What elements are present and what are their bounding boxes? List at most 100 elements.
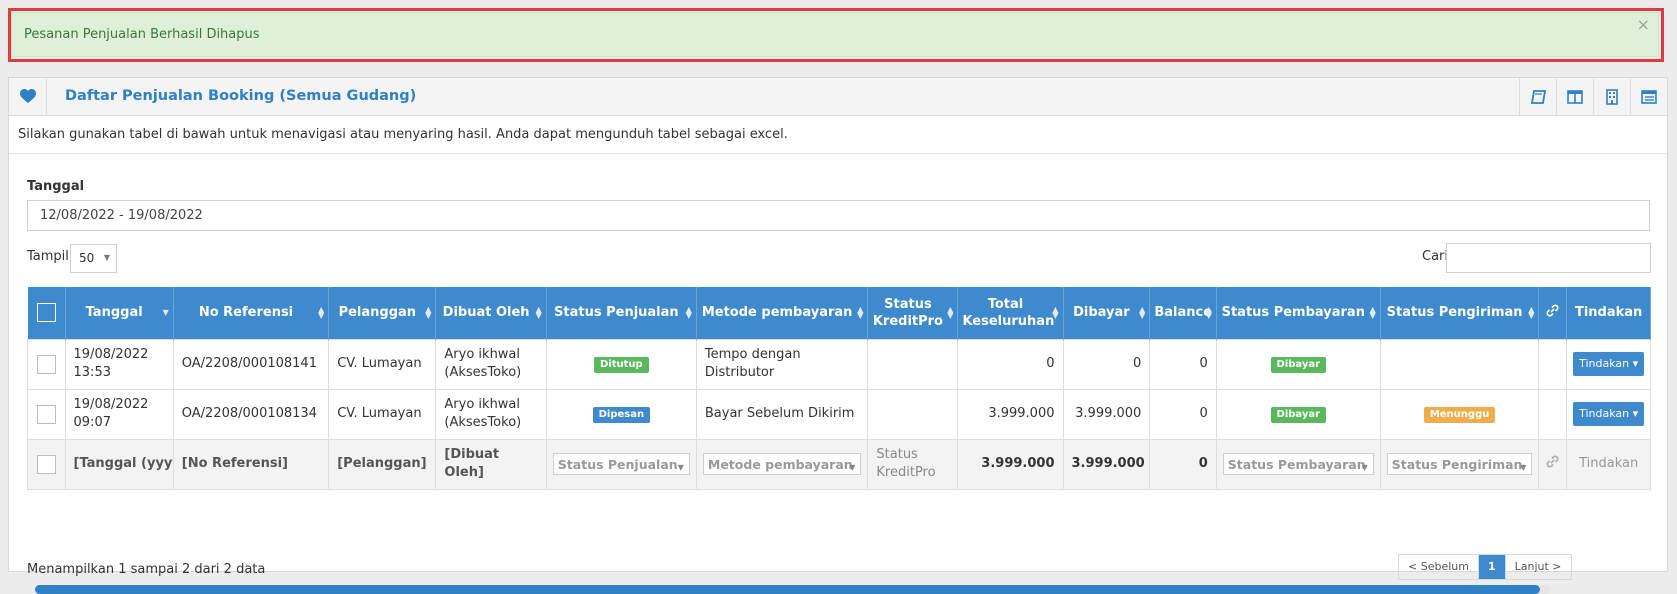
sort-icon: ▲ ▼ [425,304,432,320]
sales-panel: Daftar Penjualan Booking (Semua Gudang) … [8,77,1668,594]
date-filter-label: Tanggal [27,179,85,194]
col-pelanggan[interactable]: Pelanggan ▲ ▼ [328,287,437,339]
table-row: 19/08/2022 09:07 OA/2208/000108134 CV. L… [27,388,1651,440]
page-title: Daftar Penjualan Booking (Semua Gudang) [65,88,417,104]
sort-icon: ▲ ▼ [1369,304,1376,320]
status-badge: Ditutup [594,357,649,373]
sales-table: Tanggal ▼ No Referensi ▲ ▼ Pelanggan ▲ ▼ Dibu… [27,287,1651,490]
caret-down-icon: ▼ [103,253,110,262]
cell-link [1538,388,1568,440]
footer-dibayar: 3.999.000 [1062,438,1151,490]
cell-status-pembayaran: Dibayar [1215,388,1381,440]
filter-pelanggan[interactable]: [Pelanggan] [328,438,437,490]
filter-kreditpro[interactable]: Status KreditPro [867,438,959,490]
sort-icon: ▲ ▼ [535,304,542,320]
select-all-header[interactable] [27,287,66,339]
cell-tanggal: 19/08/2022 13:53 [64,338,174,390]
cell-dibuat: Aryo ikhwal (AksesToko) [435,338,547,390]
col-dibuat-oleh[interactable]: Dibuat Oleh ▲ ▼ [435,287,547,339]
building-icon[interactable] [1593,78,1630,115]
filter-status-pembayaran-cell: Status Pembayaran ▼ [1215,438,1381,490]
horizontal-scrollbar[interactable] [35,585,1551,594]
filter-ref[interactable]: [No Referensi] [172,438,330,490]
sort-icon: ▲ ▼ [1139,304,1146,320]
search-label: Cari [1422,249,1448,264]
sort-icon: ▲ ▼ [1528,304,1535,320]
table-header-row: Tanggal ▼ No Referensi ▲ ▼ Pelanggan ▲ ▼ Dibu… [27,287,1651,339]
list-icon[interactable] [1630,78,1667,115]
page-length-value: 50 [79,251,95,265]
filter-status-pembayaran[interactable]: Status Pembayaran ▼ [1222,453,1374,475]
table-row: 19/08/2022 13:53 OA/2208/000108141 CV. L… [27,338,1651,390]
cell-status-pengiriman [1379,338,1540,390]
col-link [1538,287,1568,339]
cell-action: Tindakan ▾ [1566,388,1651,440]
cell-dibuat: Aryo ikhwal (AksesToko) [435,388,547,440]
filter-checkbox[interactable] [36,454,56,474]
sort-desc-icon: ▼ [162,307,169,317]
payment-badge: Dibayar [1270,407,1327,423]
cell-total: 0 [957,338,1064,390]
action-dropdown-button[interactable]: Tindakan ▾ [1573,352,1645,376]
col-total-keseluruhan[interactable]: Total Keseluruhan ▲ ▼ [957,287,1064,339]
sort-icon: ▲ ▼ [857,304,864,320]
col-tindakan: Tindakan [1566,287,1651,339]
sort-icon: ▲ ▼ [318,304,325,320]
cell-balance: 0 [1149,338,1217,390]
table-filter-row: [Tanggal (yyyy- [No Referensi] [Pelangga… [27,438,1651,490]
search-input[interactable] [1446,243,1651,273]
select-all-checkbox[interactable] [36,303,56,323]
cell-action: Tindakan ▾ [1566,338,1651,390]
cell-ref: OA/2208/000108141 [172,338,330,390]
pagination: < Sebelum 1 Lanjut > [1398,554,1572,580]
heart-icon [19,89,36,103]
alert-message: Pesanan Penjualan Berhasil Dihapus [24,27,260,42]
col-metode-pembayaran[interactable]: Metode pembayaran ▲ ▼ [696,287,869,339]
page-length-select[interactable]: 50 ▼ [70,244,117,273]
sort-icon: ▲ ▼ [685,304,692,320]
col-no-referensi[interactable]: No Referensi ▲ ▼ [173,287,330,339]
filter-status-pengiriman-cell: Status Pengiriman ▼ [1379,438,1540,490]
shipping-badge: Menunggu [1423,407,1496,423]
cell-status-penjualan: Ditutup [545,338,697,390]
filter-status-penjualan[interactable]: Status Penjualan ▼ [552,453,690,475]
cell-status-penjualan: Dipesan [545,388,697,440]
close-icon[interactable]: × [1637,15,1650,34]
cell-ref: OA/2208/000108134 [172,388,330,440]
col-status-pembayaran[interactable]: Status Pembayaran ▲ ▼ [1216,287,1381,339]
filter-dibuat[interactable]: [Dibuat Oleh] [435,438,547,490]
col-dibayar[interactable]: Dibayar ▲ ▼ [1063,287,1151,339]
row-checkbox[interactable] [36,354,56,374]
col-status-penjualan[interactable]: Status Penjualan ▲ ▼ [546,287,697,339]
filter-tanggal[interactable]: [Tanggal (yyyy- [64,438,174,490]
col-tanggal[interactable]: Tanggal ▼ [65,287,174,339]
date-range-input[interactable]: 12/08/2022 - 19/08/2022 [27,200,1650,231]
col-status-pengiriman[interactable]: Status Pengiriman ▲ ▼ [1380,287,1540,339]
col-balance[interactable]: Balance ▲ ▼ [1149,287,1217,339]
payment-badge: Dibayar [1270,357,1327,373]
header-toolbar [1519,78,1667,115]
filter-status-pengiriman[interactable]: Status Pengiriman ▼ [1386,453,1533,475]
panel-header: Daftar Penjualan Booking (Semua Gudang) [9,78,1667,116]
filter-metode-pembayaran[interactable]: Metode pembayaran ▼ [702,453,862,475]
columns-icon[interactable] [1556,78,1593,115]
next-page-button[interactable]: Lanjut > [1504,555,1571,579]
scrollbar-thumb[interactable] [35,585,1541,594]
favorite-button[interactable] [9,78,47,115]
cell-dibayar: 0 [1062,338,1151,390]
action-dropdown-button[interactable]: Tindakan ▾ [1573,402,1645,426]
sort-icon: ▲ ▼ [1052,304,1059,320]
filter-status-penjualan-cell: Status Penjualan ▼ [545,438,697,490]
row-select-cell [27,338,66,390]
cell-dibayar: 3.999.000 [1062,388,1151,440]
prev-page-button[interactable]: < Sebelum [1399,555,1479,579]
sort-icon: ▲ ▼ [1205,304,1212,320]
link-icon [1546,455,1559,467]
page-length-label: Tampil [27,249,69,264]
cell-tanggal: 19/08/2022 09:07 [64,388,174,440]
book-icon[interactable] [1519,78,1556,115]
page-1-button[interactable]: 1 [1478,555,1505,579]
link-icon [1546,304,1559,317]
col-status-kreditpro[interactable]: Status KreditPro ▲ ▼ [867,287,959,339]
row-checkbox[interactable] [36,404,56,424]
